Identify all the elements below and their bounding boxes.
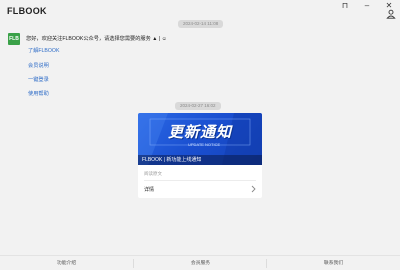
banner-subtitle: UPDATE NOTICE [188,142,221,147]
minimize-icon[interactable]: – [360,1,374,11]
app-title: FLBOOK [7,6,47,16]
tab-features[interactable]: 功能介绍 [0,256,133,270]
link-about-flbook[interactable]: 了解FLBOOK [28,47,59,54]
banner-caption: FLBOOK | 新功能上线通知 [138,155,262,165]
update-notice-card[interactable]: 更新通知 UPDATE NOTICE FLBOOK | 新功能上线通知 阅读原文… [138,113,262,198]
avatar[interactable]: FLB [8,33,20,45]
banner-title: 更新通知 [167,124,232,141]
pin-icon[interactable]: ⊓ [338,1,352,11]
timestamp: 2024-02-27 16:02 [175,102,221,110]
tab-membership[interactable]: 会员服务 [134,256,267,270]
tab-contact[interactable]: 联系我们 [267,256,400,270]
link-membership[interactable]: 会员说明 [28,62,49,69]
read-original-label: 阅读原文 [144,171,162,176]
message-text: 您好，欢迎关注FLBOOK公众号，请选择您需要的服务 ▲ | ☺ [26,36,167,42]
title-bar: FLBOOK ⊓ – ✕ [0,0,400,22]
details-row[interactable]: 详情 [138,181,262,197]
bottom-menu-bar: 功能介绍 会员服务 联系我们 [0,255,400,270]
link-login[interactable]: 一键登录 [28,76,49,83]
link-help[interactable]: 使用帮助 [28,90,49,97]
details-label: 详情 [144,187,155,193]
chevron-right-icon [251,185,256,193]
update-notice-banner[interactable]: 更新通知 UPDATE NOTICE FLBOOK | 新功能上线通知 [138,113,262,165]
user-icon[interactable] [386,9,396,19]
timestamp: 2024-02-14 11:08 [178,20,224,28]
